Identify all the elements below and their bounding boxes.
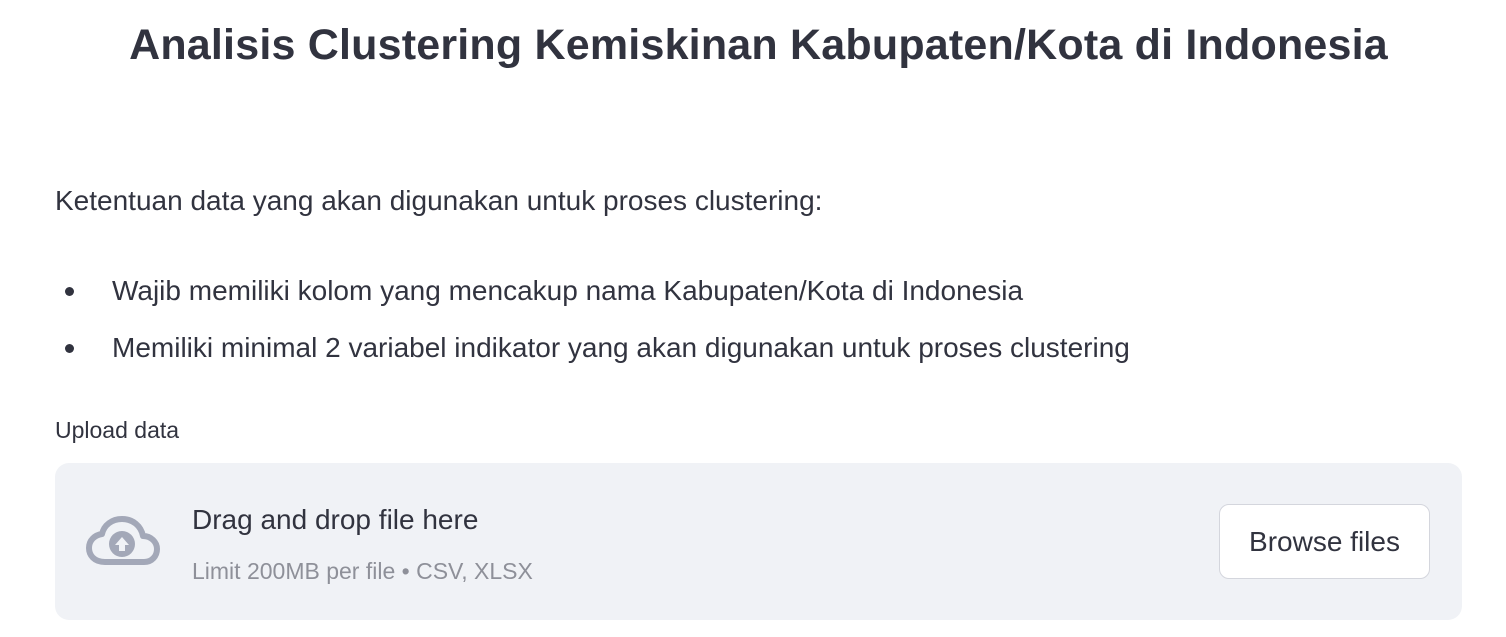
requirement-text: Memiliki minimal 2 variabel indikator ya… (112, 332, 1130, 363)
requirements-intro: Ketentuan data yang akan digunakan untuk… (55, 185, 823, 216)
requirement-text: Wajib memiliki kolom yang mencakup nama … (112, 275, 1024, 306)
dropzone-limit-text: Limit 200MB per file • CSV, XLSX (192, 558, 533, 584)
dropzone-title: Drag and drop file here (192, 504, 479, 535)
browse-files-button[interactable]: Browse files (1219, 504, 1430, 579)
bullet-icon (65, 287, 74, 296)
cloud-upload-icon (86, 516, 160, 565)
list-item: Memiliki minimal 2 variabel indikator ya… (55, 329, 1130, 367)
bullet-icon (65, 344, 74, 353)
list-item: Wajib memiliki kolom yang mencakup nama … (55, 272, 1130, 310)
page-title: Analisis Clustering Kemiskinan Kabupaten… (129, 21, 1388, 69)
requirements-list: Wajib memiliki kolom yang mencakup nama … (55, 272, 1130, 386)
file-dropzone[interactable]: Drag and drop file here Limit 200MB per … (55, 463, 1462, 620)
upload-label: Upload data (55, 417, 180, 443)
